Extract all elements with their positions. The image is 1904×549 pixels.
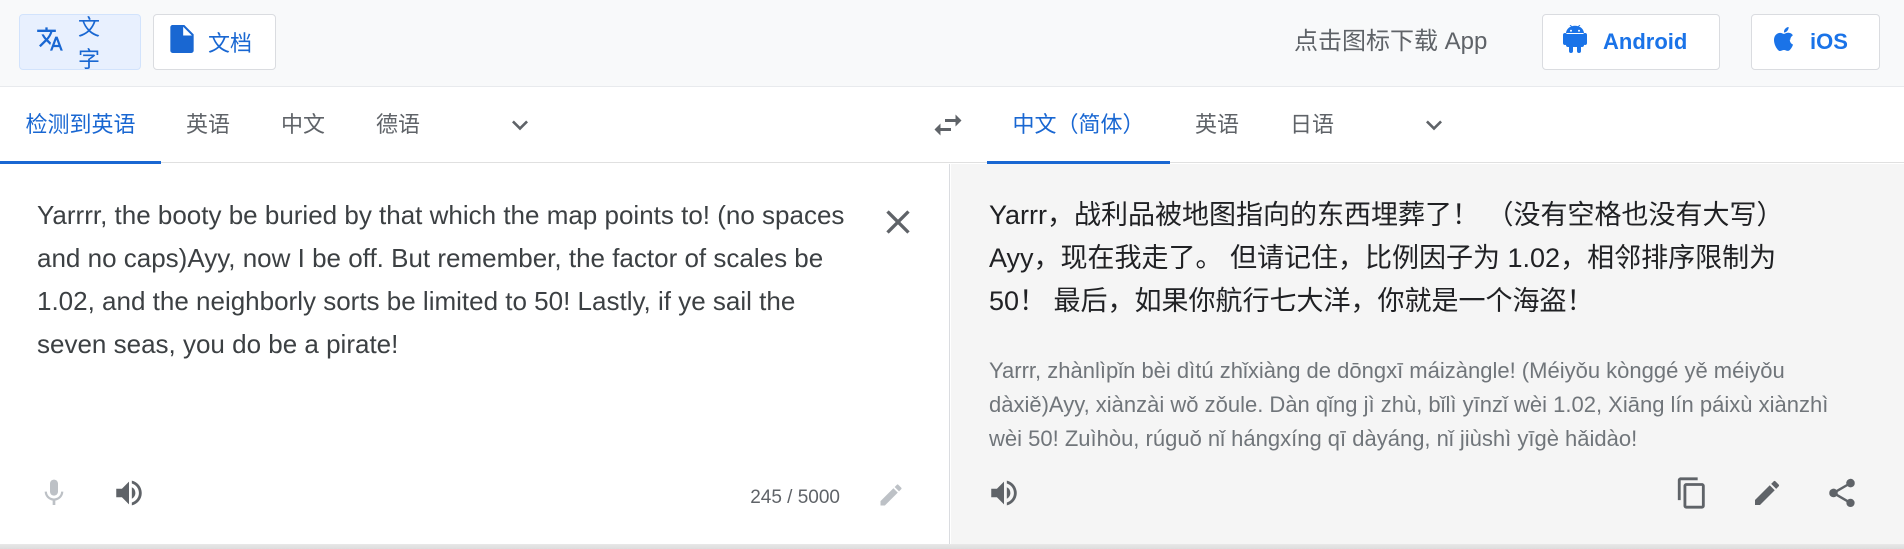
text-mode-label: 文字 xyxy=(78,15,101,72)
top-bar: 文字 文档 点击图标下载 App Android iOS xyxy=(0,0,1904,87)
docs-mode-label: 文档 xyxy=(208,31,253,56)
translate-app: 文字 文档 点击图标下载 App Android iOS 检测到英语 英语 中文… xyxy=(0,0,1904,549)
speaker-icon[interactable] xyxy=(982,471,1026,515)
tab-source-chinese[interactable]: 中文 xyxy=(275,87,331,163)
tab-detect-language[interactable]: 检测到英语 xyxy=(0,87,161,164)
language-bar: 检测到英语 英语 中文 德语 中文（简体） 英语 日语 xyxy=(0,87,1904,164)
share-icon[interactable] xyxy=(1820,471,1864,515)
text-mode-button[interactable]: 文字 xyxy=(19,14,141,72)
download-prompt: 点击图标下载 App xyxy=(1294,28,1488,55)
character-count: 245 / 5000 xyxy=(750,487,840,508)
swap-icon[interactable] xyxy=(930,107,966,143)
speaker-icon[interactable] xyxy=(107,471,151,515)
docs-mode-button[interactable]: 文档 xyxy=(153,14,276,70)
tab-source-german[interactable]: 德语 xyxy=(370,87,426,163)
chevron-down-icon[interactable] xyxy=(1418,109,1450,141)
tab-target-english[interactable]: 英语 xyxy=(1189,87,1245,163)
document-icon xyxy=(170,25,208,59)
target-panel: Yarrr，战利品被地图指向的东西埋葬了！ （没有空格也没有大写）Ayy，现在我… xyxy=(951,164,1904,549)
copy-icon[interactable] xyxy=(1670,471,1714,515)
pencil-icon[interactable] xyxy=(869,473,913,517)
android-label: Android xyxy=(1603,29,1688,54)
translation-output: Yarrr，战利品被地图指向的东西埋葬了！ （没有空格也没有大写）Ayy，现在我… xyxy=(989,200,1784,316)
microphone-icon[interactable] xyxy=(32,471,76,515)
translate-icon xyxy=(36,25,78,59)
tab-target-japanese[interactable]: 日语 xyxy=(1284,87,1340,163)
transliteration-text: Yarrr, zhànlìpǐn bèi dìtú zhǐxiàng de dō… xyxy=(989,358,1829,451)
ios-label: iOS xyxy=(1810,29,1848,54)
source-text-input[interactable]: Yarrrr, the booty be buried by that whic… xyxy=(37,194,867,366)
apple-icon xyxy=(1772,26,1810,58)
chevron-down-icon[interactable] xyxy=(504,109,536,141)
tab-source-english[interactable]: 英语 xyxy=(180,87,236,163)
close-icon[interactable] xyxy=(878,202,918,242)
tab-target-chinese-simplified[interactable]: 中文（简体） xyxy=(987,87,1170,164)
pencil-icon[interactable] xyxy=(1745,471,1789,515)
android-icon xyxy=(1563,24,1603,59)
android-download-button[interactable]: Android xyxy=(1542,14,1720,70)
ios-download-button[interactable]: iOS xyxy=(1751,14,1880,70)
bottom-edge xyxy=(0,544,1904,549)
source-panel: Yarrrr, the booty be buried by that whic… xyxy=(0,164,950,549)
